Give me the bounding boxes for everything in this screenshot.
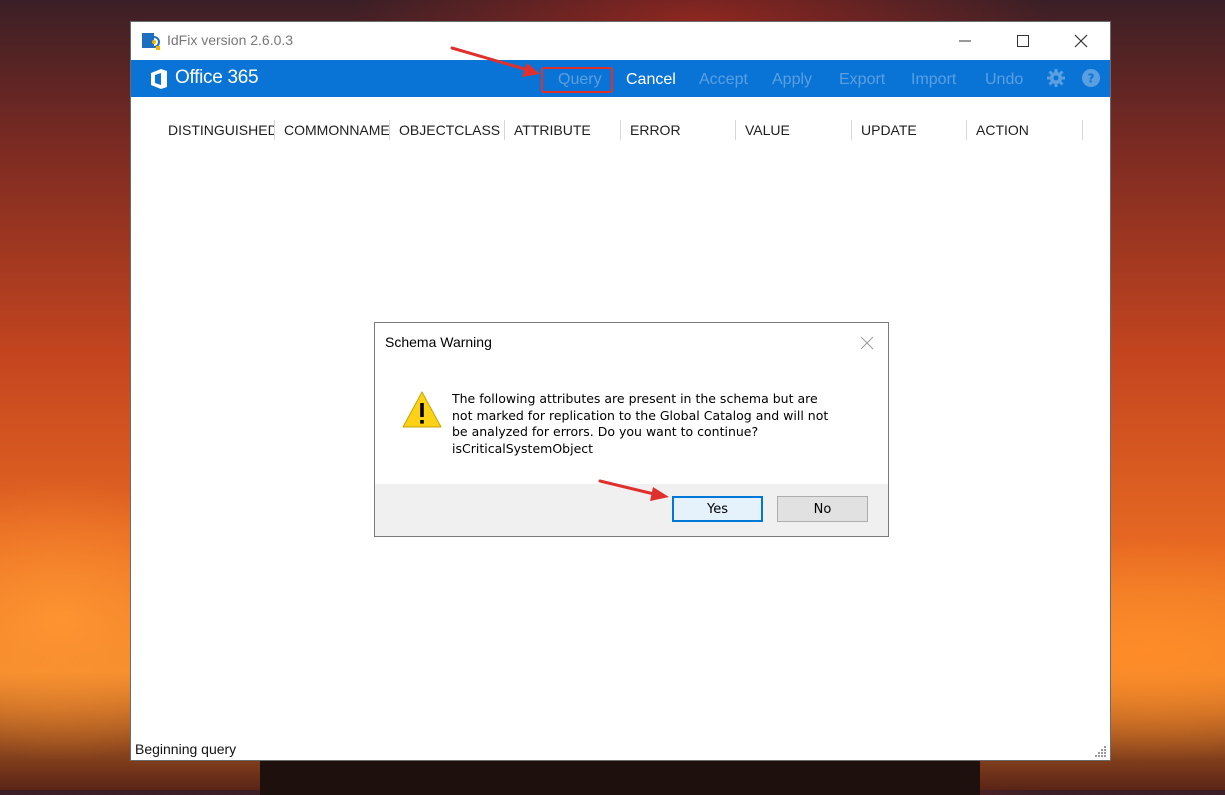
- minimize-icon: [959, 40, 971, 42]
- column-header-update[interactable]: UPDATE: [852, 97, 967, 143]
- close-icon: [1074, 34, 1088, 48]
- column-header-attribute[interactable]: ATTRIBUTE: [505, 97, 621, 143]
- svg-text:?: ?: [1088, 72, 1095, 86]
- background-silhouette: [260, 755, 980, 795]
- import-button[interactable]: Import: [911, 71, 956, 89]
- minimize-button[interactable]: [936, 22, 994, 60]
- maximize-button[interactable]: [994, 22, 1052, 60]
- dialog-message-line: be analyzed for errors. Do you want to c…: [452, 424, 759, 439]
- query-annotation-arrow: [450, 46, 540, 77]
- yes-button[interactable]: Yes: [672, 496, 763, 522]
- yes-annotation-arrow: [598, 479, 669, 501]
- apply-button[interactable]: Apply: [772, 71, 812, 89]
- column-header-error[interactable]: ERROR: [621, 97, 736, 143]
- dialog-message-line: The following attributes are present in …: [452, 391, 818, 406]
- column-header-commonname[interactable]: COMMONNAME: [275, 97, 390, 143]
- status-text: Beginning query: [135, 741, 237, 757]
- resize-grip-icon[interactable]: [1095, 745, 1107, 757]
- gear-icon[interactable]: [1046, 68, 1066, 88]
- column-header-objectclass[interactable]: OBJECTCLASS: [390, 97, 505, 143]
- idfix-app-icon: [142, 33, 160, 50]
- dialog-title: Schema Warning: [385, 334, 492, 350]
- office-365-brand: Office 365: [175, 67, 259, 88]
- maximize-icon: [1017, 35, 1029, 47]
- column-header-value[interactable]: VALUE: [736, 97, 852, 143]
- export-button[interactable]: Export: [839, 71, 885, 89]
- office-logo-icon: [151, 69, 167, 89]
- accept-button[interactable]: Accept: [699, 71, 748, 89]
- window-title: IdFix version 2.6.0.3: [167, 32, 294, 48]
- warning-icon: [402, 391, 442, 428]
- no-button[interactable]: No: [777, 496, 868, 522]
- close-button[interactable]: [1052, 22, 1110, 60]
- dialog-message-line: not marked for replication to the Global…: [452, 407, 829, 423]
- command-ribbon: Office 365 Query Cancel Accept Apply Exp…: [131, 60, 1110, 97]
- undo-button[interactable]: Undo: [985, 71, 1023, 89]
- help-icon[interactable]: ?: [1081, 68, 1101, 88]
- dialog-close-icon[interactable]: [859, 335, 875, 351]
- column-header-action[interactable]: ACTION: [967, 97, 1083, 143]
- column-header-distinguished[interactable]: DISTINGUISHED: [159, 97, 275, 143]
- cancel-button[interactable]: Cancel: [626, 71, 676, 89]
- attribute-name: isCriticalSystemObject: [452, 440, 594, 456]
- results-grid-header: DISTINGUISHED COMMONNAME OBJECTCLASS ATT…: [131, 97, 1110, 143]
- dialog-message: The following attributes are present in …: [452, 391, 872, 457]
- title-bar[interactable]: IdFix version 2.6.0.3: [131, 22, 1110, 60]
- query-highlight-box: [541, 67, 613, 93]
